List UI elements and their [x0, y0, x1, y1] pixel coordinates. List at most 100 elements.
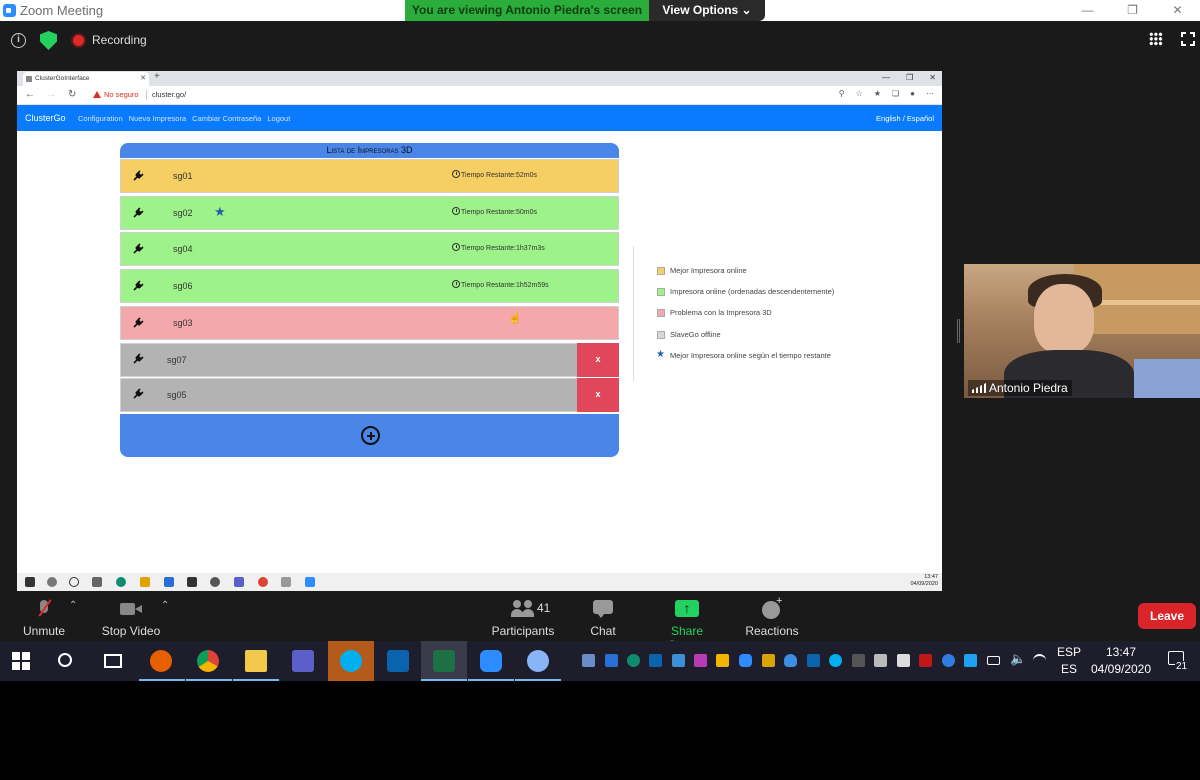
more-icon[interactable]: ⋯ — [926, 89, 934, 98]
info-icon[interactable]: i — [11, 33, 26, 48]
tray-skype-icon[interactable] — [829, 654, 842, 667]
printer-row-sg04[interactable]: sg04 Tiempo Restante:1h37m3s — [120, 232, 619, 266]
profile-icon[interactable]: ● — [910, 89, 915, 98]
tray-app-5-icon[interactable] — [694, 654, 707, 667]
not-secure-indicator[interactable]: No seguro — [93, 90, 139, 99]
remaining-time: Tiempo Restante:1h52m59s — [452, 280, 549, 289]
legend-swatch — [657, 267, 665, 275]
security-shield-icon[interactable] — [40, 31, 57, 50]
new-tab-icon[interactable]: + — [154, 71, 160, 82]
tray-app-4-icon[interactable] — [672, 654, 685, 667]
remove-printer-button[interactable]: x — [577, 378, 619, 412]
nav-cambiar-contrasena[interactable]: Cambiar Contraseña — [192, 114, 261, 123]
printer-row-sg01[interactable]: sg01 Tiempo Restante:52m0s — [120, 159, 619, 193]
tray-app-8-icon[interactable] — [874, 654, 887, 667]
legend-label: Mejor Impresora online según el tiempo r… — [670, 350, 831, 360]
panel-splitter[interactable] — [957, 319, 960, 343]
favorite-star-icon[interactable]: ☆ — [856, 89, 863, 98]
tray-app-1-icon[interactable] — [582, 654, 595, 667]
browser-tab[interactable]: ClusterGoInterface ✕ — [23, 72, 149, 86]
wifi-icon[interactable] — [1033, 654, 1046, 667]
teams-icon[interactable] — [292, 650, 314, 672]
tray-app-10-icon[interactable] — [964, 654, 977, 667]
gallery-view-icon[interactable] — [1149, 32, 1163, 46]
tab-close-icon[interactable]: ✕ — [140, 72, 146, 86]
tray-edge-icon[interactable] — [627, 654, 640, 667]
printer-row-sg03[interactable]: sg03 — [120, 306, 619, 340]
legend-label: Problema con la Impresora 3D — [670, 308, 772, 318]
legend-item: Problema con la Impresora 3D — [657, 307, 834, 328]
forward-icon[interactable]: → — [46, 89, 56, 100]
file-explorer-icon[interactable] — [245, 650, 267, 672]
tray-app-3-icon[interactable] — [649, 654, 662, 667]
minimize-icon[interactable]: — — [1065, 0, 1110, 21]
tray-app-6-icon[interactable] — [716, 654, 729, 667]
tray-app-2-icon[interactable] — [605, 654, 618, 667]
tray-zoom-icon[interactable] — [739, 654, 752, 667]
browser-tab-bar: ClusterGoInterface ✕ + — ❐ ✕ — [17, 71, 942, 86]
paint-icon[interactable] — [527, 650, 549, 672]
skype-icon[interactable] — [340, 650, 362, 672]
participant-name: Antonio Piedra — [989, 381, 1068, 395]
tray-app-9-icon[interactable] — [897, 654, 910, 667]
nav-nueva-impresora[interactable]: Nueva Impresora — [129, 114, 187, 123]
add-printer-button[interactable] — [120, 414, 619, 457]
participants-label: Participants — [491, 624, 555, 638]
tray-onedrive-icon[interactable] — [784, 654, 797, 667]
unmute-button[interactable]: Unmute — [16, 598, 72, 638]
shared-screen-browser: ClusterGoInterface ✕ + — ❐ ✕ ← → ↻ No se… — [17, 71, 942, 573]
leave-button[interactable]: Leave — [1138, 603, 1196, 629]
zoom-icon[interactable] — [480, 650, 502, 672]
favorites-icon[interactable]: ★ — [874, 89, 881, 98]
reload-icon[interactable]: ↻ — [68, 89, 76, 100]
translate-icon[interactable]: ⚲ — [839, 89, 845, 98]
chat-button[interactable]: Chat — [584, 598, 622, 638]
windows-start-icon[interactable] — [12, 652, 30, 670]
printer-row-sg07[interactable]: sg07 x — [120, 343, 619, 377]
video-options-chevron-icon[interactable]: ⌃ — [161, 600, 169, 611]
battery-icon[interactable] — [987, 656, 1000, 665]
zoom-title-bar: Zoom Meeting You are viewing Antonio Pie… — [0, 0, 1200, 21]
excel-icon[interactable] — [433, 650, 455, 672]
plug-icon — [133, 353, 144, 364]
firefox-icon[interactable] — [150, 650, 172, 672]
view-options-button[interactable]: View Options ⌄ — [649, 0, 765, 21]
input-language-bottom[interactable]: ES — [1056, 662, 1082, 676]
tray-bluetooth-icon[interactable] — [942, 654, 955, 667]
taskbar-clock-time[interactable]: 13:47 — [1090, 645, 1152, 659]
stop-video-button[interactable]: Stop Video — [98, 598, 164, 638]
tray-mail-icon[interactable] — [762, 654, 775, 667]
collections-icon[interactable]: ❏ — [892, 89, 899, 98]
task-view-icon[interactable] — [104, 654, 122, 668]
participant-video[interactable]: Antonio Piedra — [964, 264, 1200, 398]
browser-close-icon[interactable]: ✕ — [929, 73, 936, 82]
nav-logout[interactable]: Logout — [267, 114, 290, 123]
taskbar-clock-date[interactable]: 04/09/2020 — [1090, 662, 1152, 676]
nav-configuration[interactable]: Configuration — [78, 114, 123, 123]
url-field[interactable]: cluster.go/ — [152, 90, 186, 99]
language-switch[interactable]: English / Español — [876, 114, 934, 123]
search-icon[interactable] — [58, 653, 72, 667]
tray-antivirus-icon[interactable] — [919, 654, 932, 667]
tray-app-7-icon[interactable] — [852, 654, 865, 667]
tray-outlook-icon[interactable] — [807, 654, 820, 667]
chrome-icon[interactable] — [197, 650, 219, 672]
back-icon[interactable]: ← — [25, 89, 35, 100]
restore-icon[interactable]: ❐ — [1110, 0, 1155, 21]
browser-minimize-icon[interactable]: — — [882, 73, 890, 82]
printer-row-sg02[interactable]: sg02 ★ Tiempo Restante:50m0s — [120, 196, 619, 230]
remove-printer-button[interactable]: x — [577, 343, 619, 377]
volume-icon[interactable]: 🔈 — [1010, 651, 1026, 666]
printer-row-sg06[interactable]: sg06 Tiempo Restante:1h52m59s — [120, 269, 619, 303]
close-icon[interactable]: ✕ — [1155, 0, 1200, 21]
shared-clock-date: 04/09/2020 — [910, 581, 938, 587]
fullscreen-icon[interactable] — [1180, 31, 1198, 49]
legend-divider — [633, 246, 634, 381]
input-language-top[interactable]: ESP — [1056, 645, 1082, 659]
printer-row-sg05[interactable]: sg05 x — [120, 378, 619, 412]
app-brand[interactable]: ClusterGo — [25, 113, 66, 123]
audio-options-chevron-icon[interactable]: ⌃ — [69, 600, 77, 611]
outlook-icon[interactable] — [387, 650, 409, 672]
browser-restore-icon[interactable]: ❐ — [906, 73, 913, 82]
reactions-button[interactable]: Reactions — [744, 595, 800, 638]
